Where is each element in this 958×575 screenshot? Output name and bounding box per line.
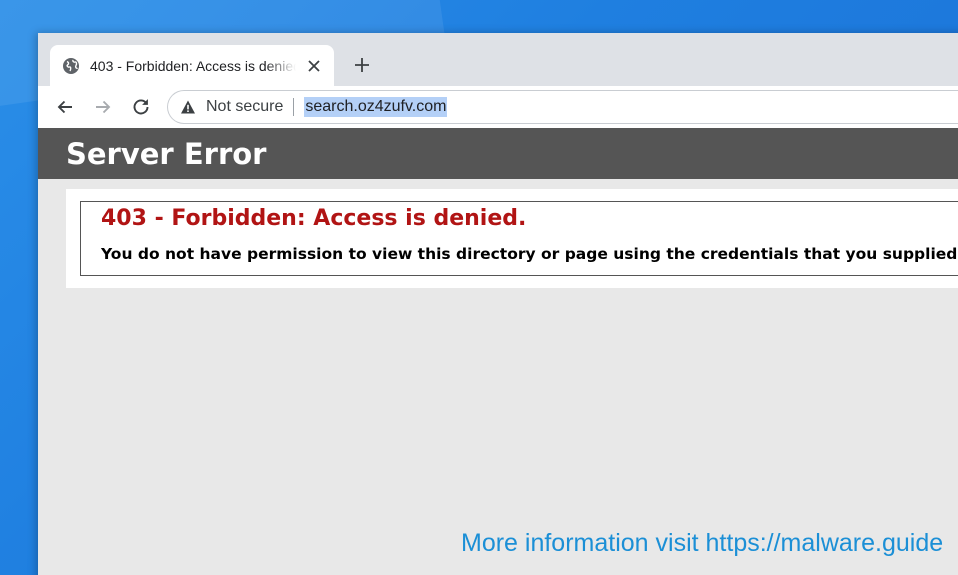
- desktop-background: 403 - Forbidden: Access is denied Not se…: [0, 0, 958, 575]
- globe-icon: [62, 57, 80, 75]
- page-content: Server Error 403 - Forbidden: Access is …: [38, 128, 958, 575]
- browser-toolbar: Not secure search.oz4zufv.com: [38, 86, 958, 128]
- browser-window: 403 - Forbidden: Access is denied Not se…: [38, 33, 958, 575]
- error-box: 403 - Forbidden: Access is denied. You d…: [80, 201, 958, 276]
- page-title: Server Error: [66, 136, 267, 171]
- arrow-right-icon[interactable]: [86, 90, 120, 124]
- watermark-text: More information visit https://malware.g…: [461, 529, 944, 557]
- server-error-header: Server Error: [38, 128, 958, 179]
- close-icon[interactable]: [304, 56, 324, 76]
- error-heading: 403 - Forbidden: Access is denied.: [101, 206, 527, 231]
- reload-icon[interactable]: [124, 90, 158, 124]
- plus-icon[interactable]: [348, 51, 376, 79]
- content-panel: 403 - Forbidden: Access is denied. You d…: [66, 189, 958, 288]
- error-message: You do not have permission to view this …: [101, 245, 958, 263]
- tab-strip: 403 - Forbidden: Access is denied: [38, 33, 958, 86]
- url-text[interactable]: search.oz4zufv.com: [304, 97, 448, 117]
- security-status[interactable]: Not secure: [206, 98, 283, 116]
- tab-active[interactable]: 403 - Forbidden: Access is denied: [50, 45, 334, 86]
- warning-triangle-icon[interactable]: [180, 99, 196, 115]
- tab-title: 403 - Forbidden: Access is denied: [90, 57, 296, 74]
- omnibox-divider: [293, 98, 295, 116]
- address-bar[interactable]: Not secure search.oz4zufv.com: [167, 90, 958, 124]
- arrow-left-icon[interactable]: [48, 90, 82, 124]
